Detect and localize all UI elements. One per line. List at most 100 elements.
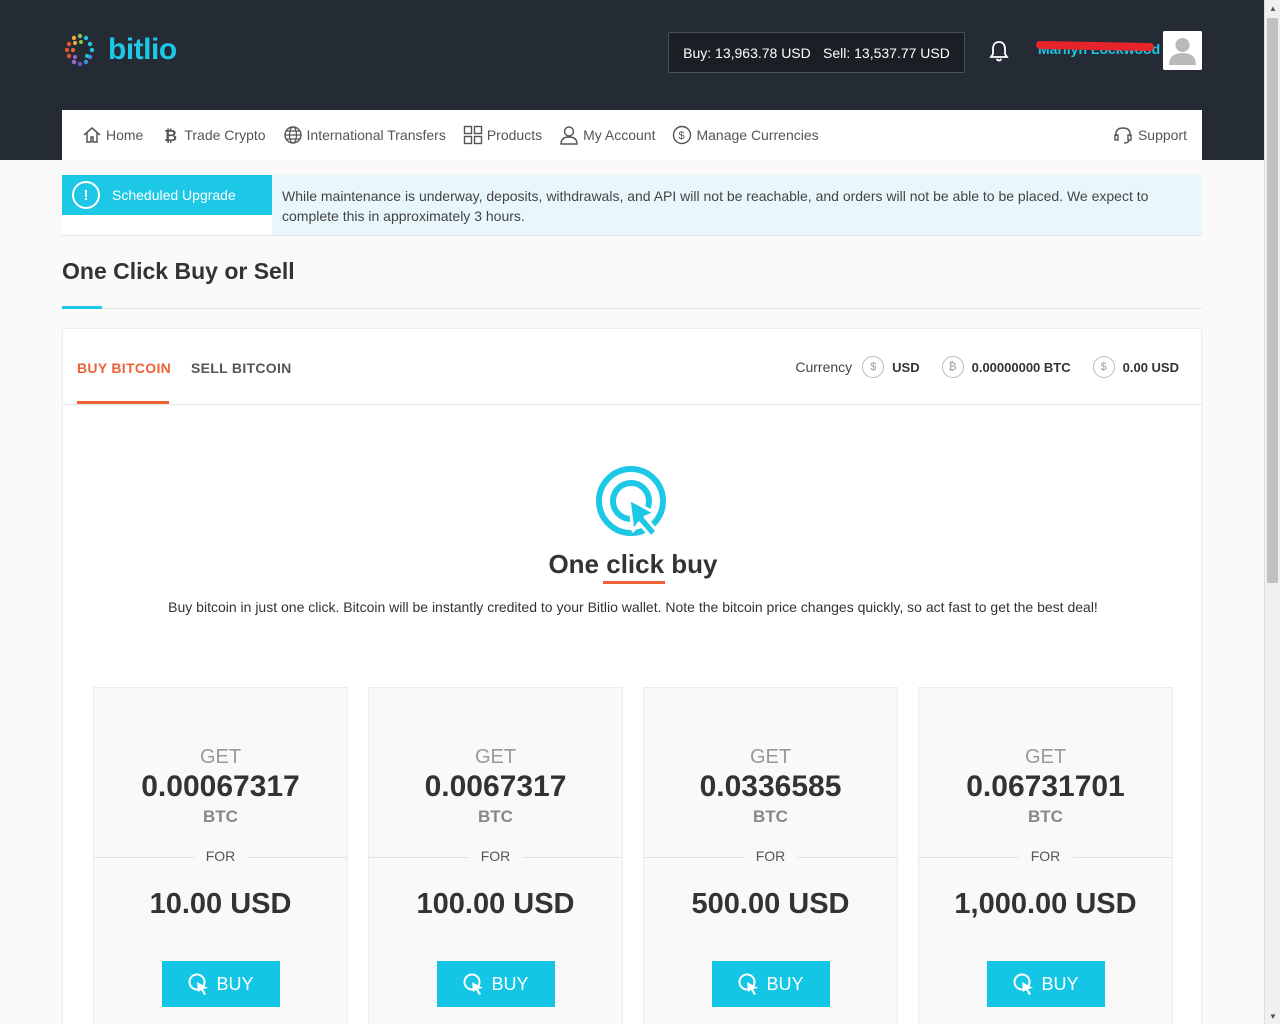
tab-buy-bitcoin[interactable]: BUY BITCOIN bbox=[77, 360, 171, 376]
offer-btc-amount: 0.0336585 bbox=[699, 770, 842, 803]
offer-for-label: FOR bbox=[743, 848, 798, 864]
dollar-coin-icon: $ bbox=[862, 356, 885, 378]
offer-price: 1,000.00 USD bbox=[954, 888, 1137, 920]
usd-balance: 0.00 USD bbox=[1122, 359, 1179, 375]
sell-price: Sell: 13,537.77 USD bbox=[823, 44, 950, 61]
nav-home[interactable]: Home bbox=[82, 125, 143, 145]
exclamation-icon: ! bbox=[72, 181, 100, 209]
page-title: One Click Buy or Sell bbox=[62, 258, 295, 284]
scroll-up-arrow-icon[interactable]: ▲ bbox=[1265, 0, 1280, 16]
vertical-scrollbar[interactable]: ▲ ▼ bbox=[1264, 0, 1280, 1024]
home-icon bbox=[83, 127, 101, 143]
alert-message: While maintenance is underway, deposits,… bbox=[282, 188, 1149, 224]
nav-my-account-label: My Account bbox=[583, 127, 656, 143]
buy-button-label: BUY bbox=[216, 973, 254, 994]
svg-text:$: $ bbox=[679, 130, 685, 142]
nav-support[interactable]: Support bbox=[1113, 125, 1187, 145]
buy-button[interactable]: BUY bbox=[987, 961, 1105, 1007]
price-ticker: Buy: 13,963.78 USD Sell: 13,537.77 USD bbox=[668, 32, 965, 73]
buy-button-label: BUY bbox=[766, 973, 804, 994]
click-cursor-icon bbox=[1013, 973, 1034, 995]
offer-get-label: GET bbox=[1024, 746, 1067, 768]
nav-international-transfers[interactable]: International Transfers bbox=[283, 125, 446, 145]
offer-for-label: FOR bbox=[193, 848, 248, 864]
nav-products[interactable]: Products bbox=[463, 125, 542, 145]
buy-button[interactable]: BUY bbox=[712, 961, 830, 1007]
dollar-circle-icon: $ bbox=[673, 125, 692, 145]
active-tab-indicator bbox=[77, 401, 169, 404]
logo-mark-icon bbox=[64, 33, 95, 67]
offer-for-label: FOR bbox=[468, 848, 523, 864]
avatar[interactable] bbox=[1163, 31, 1202, 70]
currency-label: Currency bbox=[795, 359, 853, 375]
dollar-coin-icon: $ bbox=[1092, 356, 1115, 378]
tab-bar: BUY BITCOIN SELL BITCOIN Currency $ USD … bbox=[63, 329, 1203, 405]
offer-btc-unit: BTC bbox=[753, 807, 788, 826]
bell-icon[interactable] bbox=[988, 39, 1010, 63]
nav-home-label: Home bbox=[106, 127, 144, 143]
nav-my-account[interactable]: My Account bbox=[559, 125, 655, 145]
btc-balance: 0.00000000 BTC bbox=[971, 359, 1071, 375]
buy-price: Buy: 13,963.78 USD bbox=[683, 44, 811, 61]
globe-icon bbox=[283, 126, 302, 144]
nav-international-transfers-label: International Transfers bbox=[306, 127, 446, 143]
buy-button-label: BUY bbox=[491, 973, 529, 994]
offer-btc-unit: BTC bbox=[1028, 807, 1063, 826]
alert-tag-label: Scheduled Upgrade bbox=[112, 187, 236, 203]
offer-price: 500.00 USD bbox=[691, 888, 850, 920]
logo-text: bitlio bbox=[108, 33, 177, 66]
bitcoin-coin-icon: ₿ bbox=[941, 356, 964, 378]
maintenance-alert: ! Scheduled Upgrade While maintenance is… bbox=[62, 175, 1202, 235]
scroll-down-arrow-icon[interactable]: ▼ bbox=[1265, 1008, 1280, 1024]
offer-list: GET 0.00067317 BTC FOR 10.00 USD BUY GET… bbox=[93, 687, 1173, 1024]
user-icon bbox=[560, 126, 578, 145]
alert-tag: ! Scheduled Upgrade bbox=[62, 175, 272, 215]
title-accent bbox=[62, 306, 102, 309]
offer-price: 10.00 USD bbox=[149, 888, 292, 920]
offer-card: GET 0.00067317 BTC FOR 10.00 USD BUY bbox=[93, 687, 348, 1024]
offer-get-label: GET bbox=[474, 746, 517, 768]
offer-for-label: FOR bbox=[1018, 848, 1073, 864]
logo[interactable]: bitlio bbox=[60, 28, 177, 72]
currency-selector: Currency $ USD ₿ 0.00000000 BTC $ 0.00 U… bbox=[795, 356, 1179, 378]
nav-trade-crypto-label: Trade Crypto bbox=[184, 127, 266, 143]
headset-icon bbox=[1114, 127, 1132, 144]
click-cursor-icon bbox=[463, 973, 484, 995]
tab-sell-bitcoin[interactable]: SELL BITCOIN bbox=[191, 360, 292, 376]
offer-btc-amount: 0.00067317 bbox=[141, 770, 300, 803]
currency-selected[interactable]: USD bbox=[892, 360, 919, 375]
offer-btc-unit: BTC bbox=[478, 807, 513, 826]
offer-btc-unit: BTC bbox=[203, 807, 238, 826]
nav-support-label: Support bbox=[1137, 127, 1187, 143]
svg-text:₿: ₿ bbox=[164, 127, 177, 145]
offer-btc-amount: 0.0067317 bbox=[424, 770, 567, 803]
offer-card: GET 0.0067317 BTC FOR 100.00 USD BUY bbox=[368, 687, 623, 1024]
bitcoin-icon: ₿ bbox=[164, 127, 177, 145]
nav-manage-currencies[interactable]: $ Manage Currencies bbox=[672, 125, 819, 145]
title-divider bbox=[62, 308, 1202, 309]
offer-btc-amount: 0.06731701 bbox=[966, 770, 1125, 803]
buy-button[interactable]: BUY bbox=[437, 961, 555, 1007]
buy-sell-panel: BUY BITCOIN SELL BITCOIN Currency $ USD … bbox=[62, 328, 1203, 1024]
buy-button[interactable]: BUY bbox=[162, 961, 280, 1007]
nav-products-label: Products bbox=[486, 127, 543, 143]
click-cursor-icon bbox=[188, 973, 209, 995]
hero-underline bbox=[603, 581, 665, 584]
hero-title: One click buy bbox=[548, 549, 718, 579]
alert-tag-spacer bbox=[62, 215, 272, 235]
main-nav: Home ₿ Trade Crypto International Transf… bbox=[62, 110, 1202, 160]
scroll-thumb[interactable] bbox=[1267, 18, 1278, 583]
grid-icon bbox=[463, 125, 483, 145]
offer-get-label: GET bbox=[749, 746, 792, 768]
one-click-cursor-icon bbox=[596, 466, 666, 539]
nav-manage-currencies-label: Manage Currencies bbox=[696, 127, 819, 143]
nav-trade-crypto[interactable]: ₿ Trade Crypto bbox=[160, 125, 265, 145]
offer-get-label: GET bbox=[199, 746, 242, 768]
hero-description: Buy bitcoin in just one click. Bitcoin w… bbox=[168, 599, 1098, 615]
offer-card: GET 0.0336585 BTC FOR 500.00 USD BUY bbox=[643, 687, 898, 1024]
click-cursor-icon bbox=[738, 973, 759, 995]
buy-button-label: BUY bbox=[1041, 973, 1079, 994]
offer-price: 100.00 USD bbox=[416, 888, 575, 920]
user-avatar-icon bbox=[1163, 31, 1202, 70]
offer-card: GET 0.06731701 BTC FOR 1,000.00 USD BUY bbox=[918, 687, 1173, 1024]
